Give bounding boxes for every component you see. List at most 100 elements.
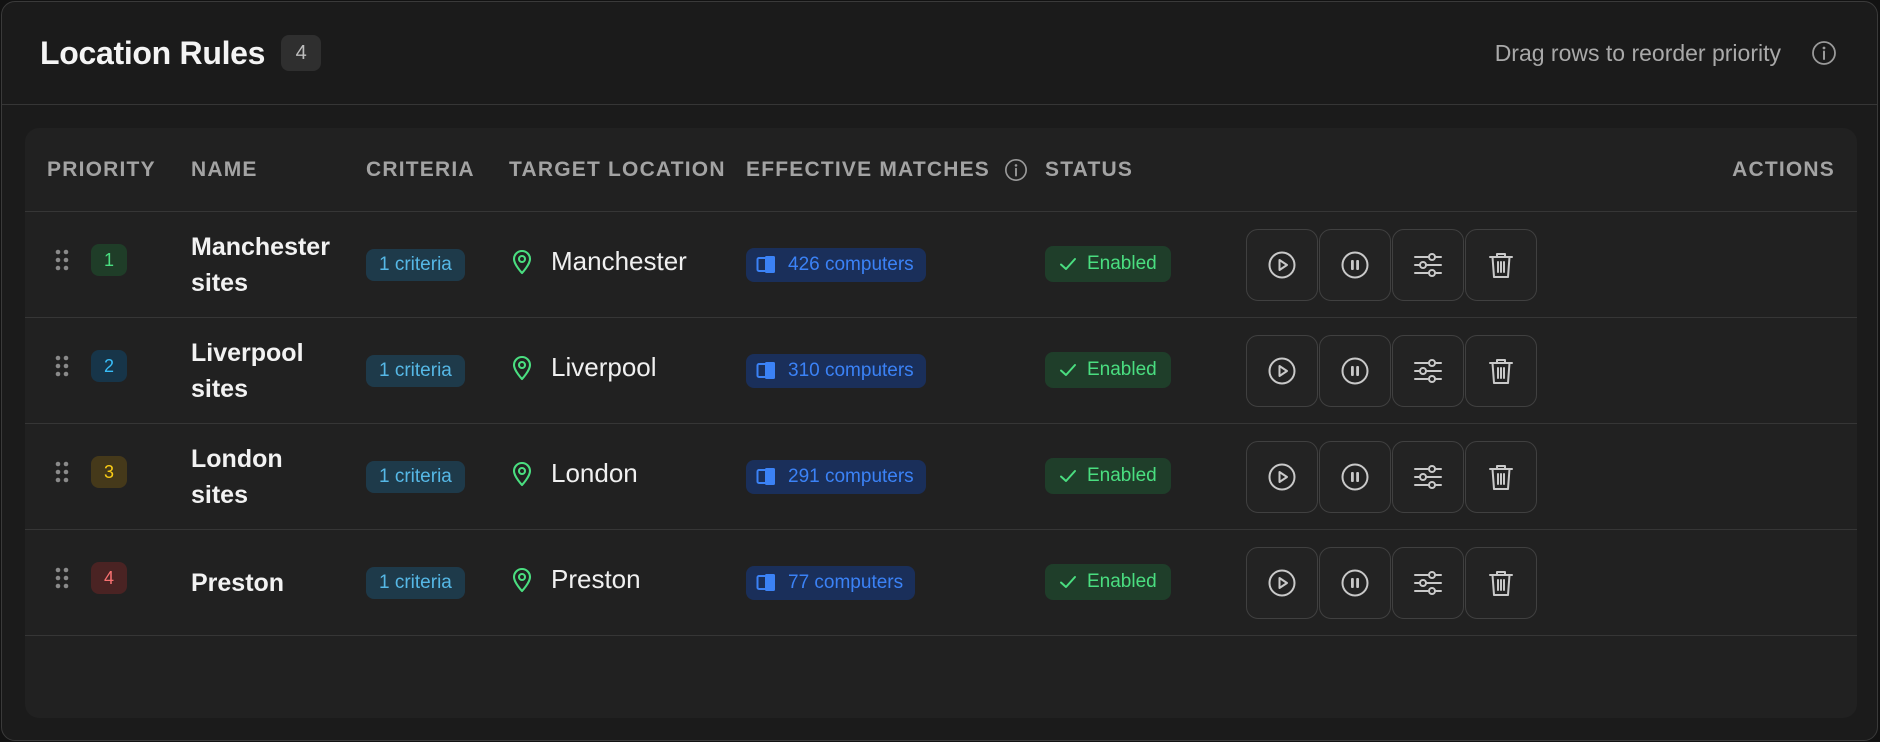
status-badge[interactable]: Enabled	[1045, 246, 1171, 282]
rule-name-line-1: London	[191, 445, 283, 473]
delete-rule-button[interactable]	[1465, 335, 1537, 407]
run-rule-button[interactable]	[1246, 229, 1318, 301]
matches-count: 77 computers	[788, 572, 904, 593]
status-label: Enabled	[1087, 253, 1157, 274]
pause-rule-button[interactable]	[1319, 441, 1391, 513]
status-label: Enabled	[1087, 571, 1157, 592]
configure-rule-button[interactable]	[1392, 229, 1464, 301]
status-cell: Enabled	[1045, 352, 1171, 388]
status-badge[interactable]: Enabled	[1045, 458, 1171, 494]
location-rules-panel: Location Rules 4 Drag rows to reorder pr…	[1, 1, 1878, 741]
table-row[interactable]: 3 London sites 1 criteria London 291 com…	[25, 424, 1857, 530]
table-header: PRIORITY NAME CRITERIA TARGET LOCATION E…	[25, 128, 1857, 212]
devices-icon	[756, 255, 778, 275]
check-icon	[1059, 574, 1077, 590]
hint-group: Drag rows to reorder priority	[1495, 40, 1837, 67]
column-header-criteria[interactable]: CRITERIA	[366, 158, 475, 182]
trash-icon	[1487, 568, 1515, 598]
matches-cell: 310 computers	[746, 354, 926, 388]
delete-rule-button[interactable]	[1465, 547, 1537, 619]
name-cell: Manchester sites	[191, 212, 361, 318]
trash-icon	[1487, 356, 1515, 386]
status-badge[interactable]: Enabled	[1045, 352, 1171, 388]
pause-rule-button[interactable]	[1319, 229, 1391, 301]
sliders-icon	[1412, 462, 1444, 492]
priority-cell: 4	[53, 562, 127, 594]
configure-rule-button[interactable]	[1392, 547, 1464, 619]
rule-name: Liverpool sites	[191, 335, 361, 407]
check-icon	[1059, 256, 1077, 272]
priority-cell: 1	[53, 244, 127, 276]
grip-vertical-icon[interactable]	[53, 565, 71, 591]
configure-rule-button[interactable]	[1392, 441, 1464, 513]
rule-name-line-2: sites	[191, 481, 248, 509]
column-header-effective-matches[interactable]: EFFECTIVE MATCHES	[746, 158, 990, 182]
matches-cell: 426 computers	[746, 248, 926, 282]
status-badge[interactable]: Enabled	[1045, 564, 1171, 600]
info-icon[interactable]	[1811, 40, 1837, 66]
check-icon	[1059, 362, 1077, 378]
column-header-priority[interactable]: PRIORITY	[47, 158, 156, 182]
trash-icon	[1487, 462, 1515, 492]
criteria-badge[interactable]: 1 criteria	[366, 249, 465, 281]
rule-name-line-1: Liverpool	[191, 339, 304, 367]
criteria-cell: 1 criteria	[366, 355, 465, 387]
rules-table: PRIORITY NAME CRITERIA TARGET LOCATION E…	[25, 128, 1857, 718]
matches-count: 291 computers	[788, 466, 914, 487]
pause-icon	[1340, 250, 1370, 280]
priority-cell: 2	[53, 350, 127, 382]
configure-rule-button[interactable]	[1392, 335, 1464, 407]
grip-vertical-icon[interactable]	[53, 459, 71, 485]
priority-badge: 3	[91, 456, 127, 488]
rule-count-badge: 4	[281, 35, 322, 71]
matches-count: 310 computers	[788, 360, 914, 381]
run-rule-button[interactable]	[1246, 335, 1318, 407]
criteria-badge[interactable]: 1 criteria	[366, 567, 465, 599]
column-header-name[interactable]: NAME	[191, 158, 258, 182]
delete-rule-button[interactable]	[1465, 441, 1537, 513]
grip-vertical-icon[interactable]	[53, 247, 71, 273]
pause-rule-button[interactable]	[1319, 547, 1391, 619]
location-cell: Liverpool	[511, 352, 657, 383]
target-location: Manchester	[551, 246, 687, 276]
target-location: Liverpool	[551, 352, 657, 382]
column-header-target-location[interactable]: TARGET LOCATION	[509, 158, 726, 182]
page-title: Location Rules	[40, 34, 266, 71]
table-row[interactable]: 2 Liverpool sites 1 criteria Liverpool 3…	[25, 318, 1857, 424]
map-pin-icon	[511, 355, 533, 381]
criteria-cell: 1 criteria	[366, 461, 465, 493]
status-label: Enabled	[1087, 465, 1157, 486]
criteria-cell: 1 criteria	[366, 567, 465, 599]
column-header-status[interactable]: STATUS	[1045, 158, 1133, 182]
matches-badge[interactable]: 426 computers	[746, 248, 926, 282]
priority-badge: 2	[91, 350, 127, 382]
play-icon	[1267, 250, 1297, 280]
delete-rule-button[interactable]	[1465, 229, 1537, 301]
column-header-actions: ACTIONS	[1732, 157, 1835, 181]
play-icon	[1267, 356, 1297, 386]
name-cell: Preston	[191, 530, 361, 636]
table-row[interactable]: 4 Preston 1 criteria Preston 77 computer…	[25, 530, 1857, 636]
rule-name-line-2: sites	[191, 269, 248, 297]
check-icon	[1059, 468, 1077, 484]
matches-badge[interactable]: 310 computers	[746, 354, 926, 388]
matches-badge[interactable]: 77 computers	[746, 566, 916, 600]
location-cell: Manchester	[511, 246, 687, 277]
run-rule-button[interactable]	[1246, 441, 1318, 513]
target-location: Preston	[551, 564, 641, 594]
rule-name-line-1: Preston	[191, 569, 285, 597]
title-group: Location Rules 4	[40, 34, 322, 72]
run-rule-button[interactable]	[1246, 547, 1318, 619]
criteria-badge[interactable]: 1 criteria	[366, 461, 465, 493]
pause-icon	[1340, 462, 1370, 492]
trash-icon	[1487, 250, 1515, 280]
matches-badge[interactable]: 291 computers	[746, 460, 926, 494]
pause-icon	[1340, 356, 1370, 386]
table-row[interactable]: 1 Manchester sites 1 criteria Manchester…	[25, 212, 1857, 318]
criteria-badge[interactable]: 1 criteria	[366, 355, 465, 387]
info-icon[interactable]	[1004, 158, 1028, 182]
criteria-cell: 1 criteria	[366, 249, 465, 281]
pause-rule-button[interactable]	[1319, 335, 1391, 407]
grip-vertical-icon[interactable]	[53, 353, 71, 379]
priority-badge: 4	[91, 562, 127, 594]
